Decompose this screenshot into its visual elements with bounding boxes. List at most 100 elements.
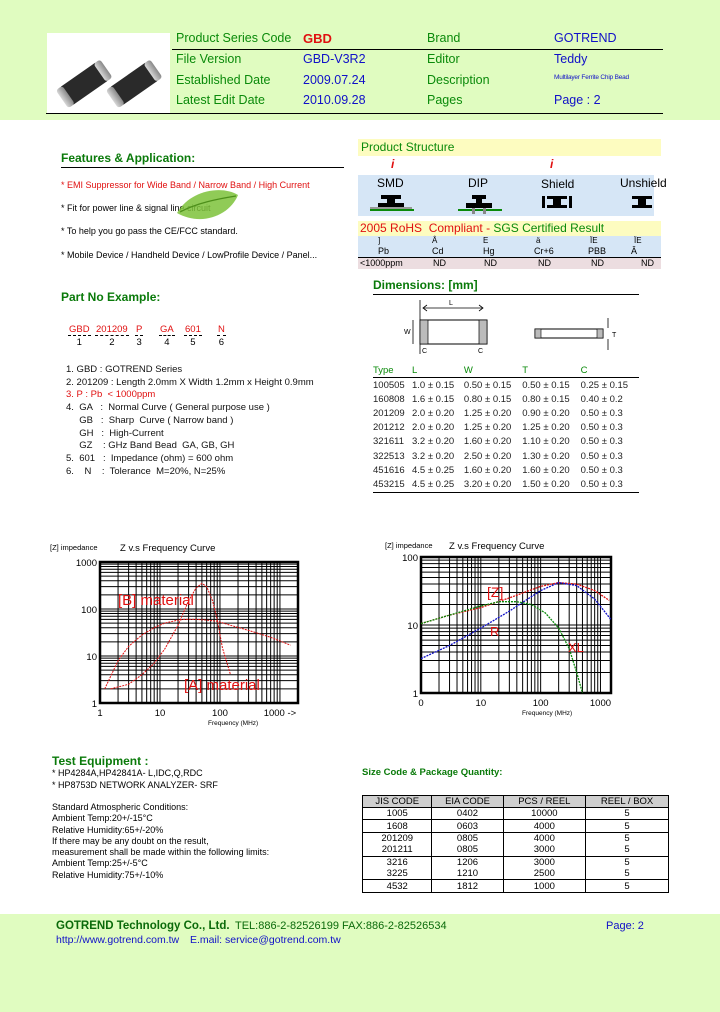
x-tick-label: 1000 — [590, 698, 611, 709]
rohs-result: ND — [641, 258, 654, 268]
pkg-cell: 1812 — [431, 879, 504, 893]
dim-column-header: L — [411, 364, 418, 376]
y-tick-label: 100 — [402, 553, 418, 564]
pkg-column-header: PCS / REEL — [502, 795, 587, 808]
features-divider — [61, 167, 344, 168]
features-title: Features & Application: — [61, 151, 196, 165]
rohs-symbol: ä — [536, 236, 541, 245]
dim-cell: 0.50 ± 0.3 — [580, 478, 623, 490]
value-editor: Teddy — [554, 52, 588, 66]
rohs-result: ND — [591, 258, 604, 268]
label-established-date: Established Date — [176, 73, 271, 87]
x-tick-label: 1000 -> — [264, 708, 297, 719]
footer-website-link[interactable]: http://www.gotrend.com.tw — [56, 934, 179, 946]
part-segment-code: 601 — [184, 324, 202, 336]
dim-cell: 0.80 ± 0.15 — [522, 393, 570, 405]
rohs-results-row: <1000ppm ND ND ND ND ND — [358, 257, 661, 269]
product-structure-header: Product Structure — [358, 139, 661, 156]
pkg-cell: 5 — [585, 879, 669, 893]
part-legend-line: 6. N : Tolerance M=20%, N=25% — [66, 465, 226, 477]
label-pages: Pages — [427, 93, 463, 107]
dip-structure-icon — [458, 195, 502, 214]
rohs-element: PBB — [588, 246, 607, 256]
y-tick-label: 1 — [92, 699, 97, 710]
value-established-date: 2009.07.24 — [303, 73, 366, 87]
pkg-cell: 1608 — [361, 819, 433, 833]
rohs-title-sgs: SGS Certified Result — [493, 221, 605, 235]
dim-cell: 1.50 ± 0.20 — [522, 478, 570, 490]
dim-cell: 201209 — [373, 407, 405, 419]
header-bottom-divider — [46, 113, 663, 114]
rohs-elements-row: ] Â E ä ÏE ÏE Pb Cd Hg Cr+6 PBB Â PBDE — [358, 236, 661, 266]
x-tick-label: 100 — [533, 698, 549, 709]
document-footer: GOTREND Technology Co., Ltd. TEL:886-2-8… — [0, 914, 720, 1012]
dim-table-row: 453215 4.5 ± 0.25 3.20 ± 0.20 1.50 ± 0.20 0.… — [373, 477, 639, 492]
y-tick-label: 1 — [413, 689, 418, 700]
y-tick-label: 1000 — [76, 558, 97, 569]
pkg-cell: 5 — [585, 819, 669, 833]
x-tick-label: 10 — [476, 698, 487, 709]
footer-page: Page: 2 — [606, 920, 644, 932]
pkg-cell: 5 — [585, 844, 669, 857]
dimensions-table: Type L W T C 100505 1.0 ± 0.15 0.50 ± 0.15 0.50… — [373, 363, 639, 493]
rohs-element: Pb — [378, 246, 390, 256]
dim-cell: 0.50 ± 0.3 — [580, 422, 623, 434]
chart-xlabel: Frequency (MHz) — [522, 710, 572, 717]
part-segment-code: P — [135, 324, 144, 336]
value-description: Multilayer Ferrite Chip Bead — [554, 74, 629, 81]
selected-marker-icon: i — [550, 157, 554, 171]
rohs-result: <1000ppm — [360, 258, 403, 268]
condition-line: Ambient Temp:20+/-15°C — [52, 813, 153, 824]
chip-bead-photo — [47, 33, 170, 113]
condition-line: Relative Humidity:65+/-20% — [52, 824, 164, 835]
y-tick-label: 100 — [81, 605, 97, 616]
rohs-title-compliant: 2005 RoHS Compliant - — [360, 221, 494, 235]
dim-label-w: W — [404, 329, 411, 336]
pkg-cell: 4000 — [502, 831, 587, 845]
feature-item: * Mobile Device / Handheld Device / LowP… — [61, 250, 318, 260]
pkg-table-row: 201211 0805 3000 5 — [361, 844, 669, 857]
condition-line: Relative Humidity:75+/-10% — [52, 869, 164, 880]
structure-types-panel: SMD DIP Shield Unshield — [358, 175, 667, 216]
dim-label-l: L — [449, 300, 453, 307]
impedance-chart-components: [Z] impedance Z v.s Frequency Curve 100 10 1… — [385, 541, 613, 717]
part-segment-code: N — [217, 324, 226, 336]
footer-email-link[interactable]: E.mail: service@gotrend.com.tw — [190, 934, 341, 946]
pkg-cell: 10000 — [502, 807, 587, 820]
dim-column-header: W — [463, 364, 473, 376]
label-editor: Editor — [427, 52, 460, 66]
dim-cell: 1.60 ± 0.20 — [463, 464, 512, 476]
pkg-cell: 3225 — [361, 867, 433, 880]
part-segment-number: 2 — [109, 337, 115, 348]
label-description: Description — [427, 73, 490, 87]
chart-title: Z v.s Frequency Curve — [449, 541, 544, 552]
part-legend-line: 2. 201209 : Length 2.0mm X Width 1.2mm x… — [66, 376, 314, 388]
chart-ylabel: [Z] impedance — [385, 541, 433, 550]
dim-label-t: T — [612, 332, 617, 339]
dim-cell: 1.0 ± 0.15 — [411, 379, 455, 391]
dim-column-header: T — [522, 364, 529, 376]
part-segment: 601 5 — [184, 324, 202, 348]
rohs-element: Cr+6 — [534, 246, 554, 256]
dim-cell: 1.60 ± 0.20 — [463, 436, 512, 448]
dim-cell: 321611 — [373, 436, 404, 448]
part-segment-number: 5 — [190, 337, 196, 348]
pkg-cell: 5 — [585, 831, 669, 845]
part-segment-number: 3 — [136, 337, 142, 348]
test-equipment-item: * HP8753D NETWORK ANALYZER- SRF — [52, 780, 218, 790]
document-header: Product Series Code GBD Brand GOTREND Fi… — [0, 0, 720, 120]
dim-cell: 1.25 ± 0.20 — [522, 422, 570, 434]
dim-cell: 0.50 ± 0.15 — [463, 379, 512, 391]
dim-cell: 0.40 ± 0.2 — [580, 393, 623, 405]
rohs-symbol: Â — [432, 236, 438, 245]
rohs-result: ND — [433, 258, 446, 268]
test-equipment-title: Test Equipment : — [52, 754, 149, 768]
dim-cell: 100505 — [373, 379, 405, 391]
dim-cell: 3.20 ± 0.20 — [463, 478, 512, 490]
chip-bead-image-icon — [56, 60, 162, 108]
rohs-symbol: E — [483, 236, 489, 245]
chart-annotation: [A] material — [184, 677, 260, 694]
pkg-cell: 201209 — [361, 831, 433, 845]
pkg-column-header: REEL / BOX — [585, 795, 669, 808]
structure-type-smd: SMD — [377, 176, 404, 190]
